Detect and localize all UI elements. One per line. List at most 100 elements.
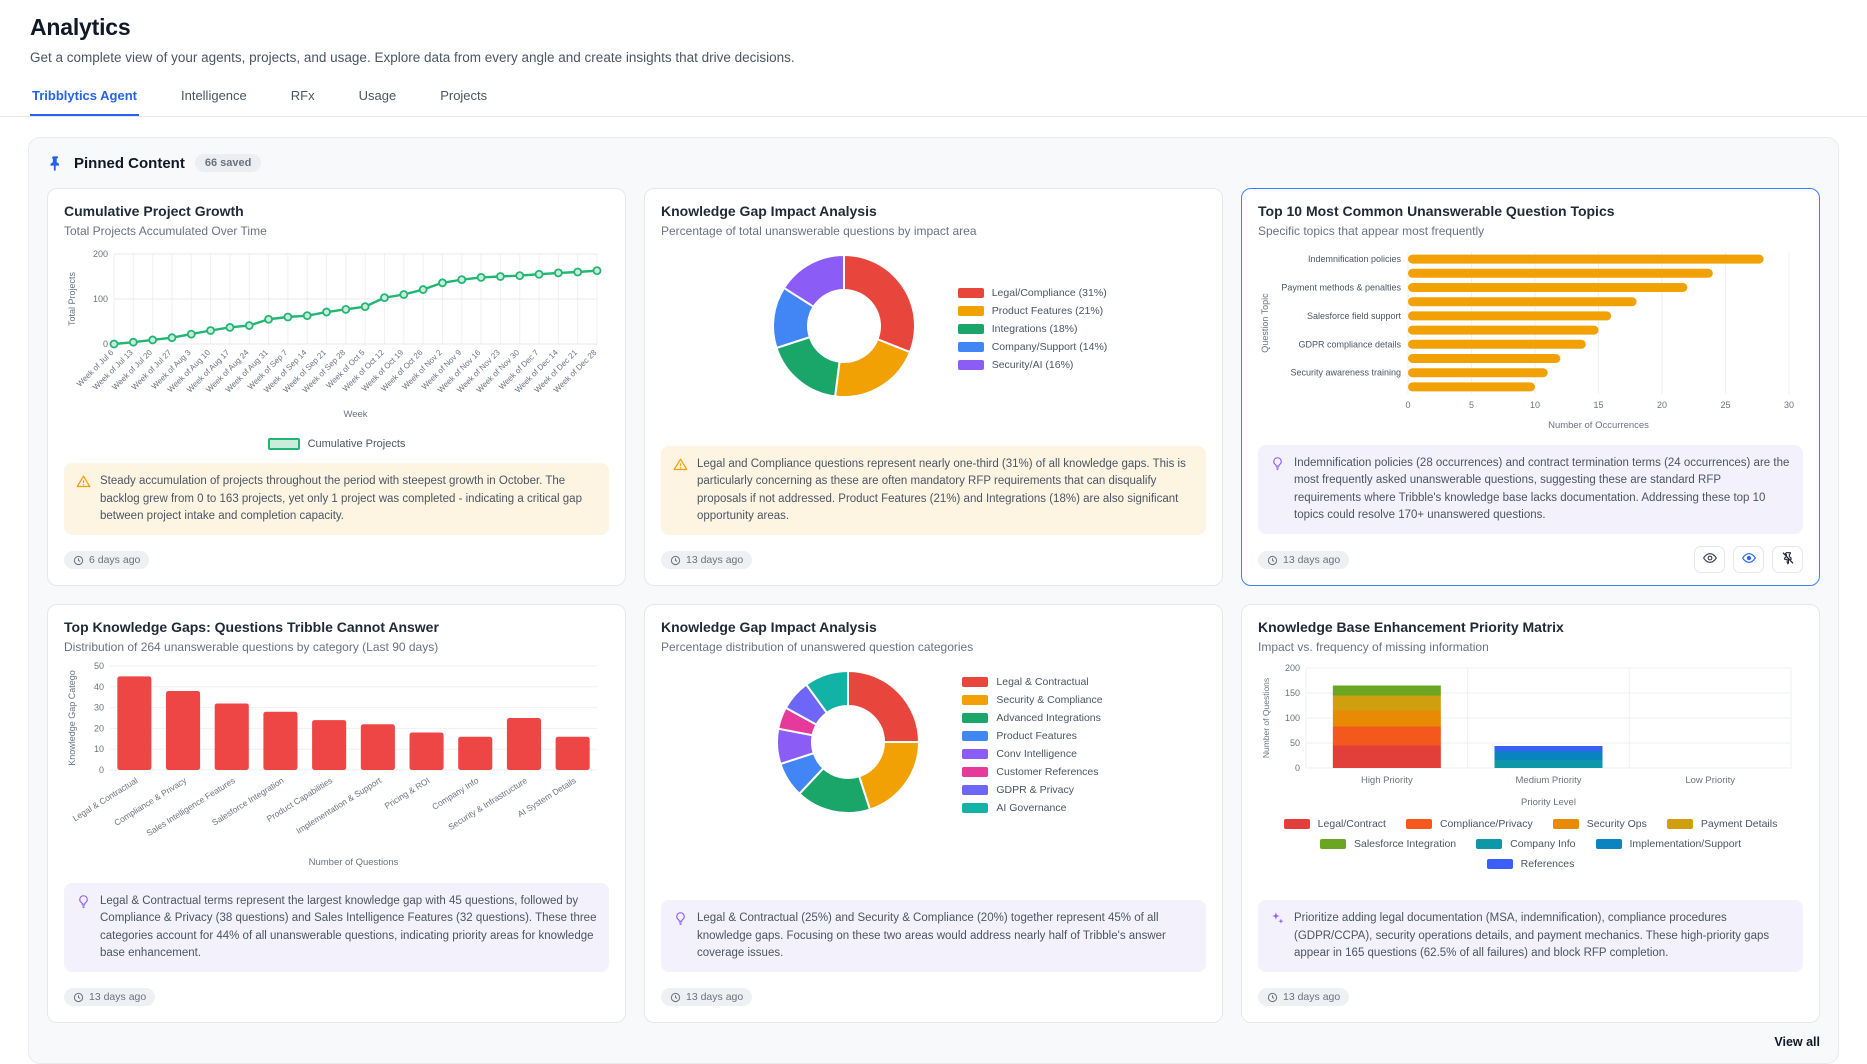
legend-item: Product Features: [962, 730, 1102, 742]
lightbulb-icon: [1270, 456, 1285, 524]
card-subtitle: Percentage distribution of unanswered qu…: [661, 640, 1206, 654]
card-top-knowledge-gaps[interactable]: Top Knowledge Gaps: Questions Tribble Ca…: [47, 604, 626, 1023]
card-subtitle: Percentage of total unanswerable questio…: [661, 224, 1206, 238]
donut-chart: [764, 658, 932, 831]
card-title: Knowledge Gap Impact Analysis: [661, 619, 1206, 635]
insight-text: Legal & Contractual terms represent the …: [100, 893, 597, 962]
insight-box: Legal and Compliance questions represent…: [661, 446, 1206, 535]
chart-legend: Legal & ContractualSecurity & Compliance…: [962, 673, 1102, 817]
clock-icon: [73, 555, 84, 566]
pinned-section: Pinned Content 66 saved Cumulative Proje…: [28, 137, 1839, 1064]
card-knowledge-base-priority-matrix[interactable]: Knowledge Base Enhancement Priority Matr…: [1241, 604, 1820, 1023]
legend-item: Security/AI (16%): [958, 359, 1108, 371]
legend-swatch: [1553, 819, 1579, 829]
card-footer: 6 days ago: [64, 547, 609, 573]
svg-text:0: 0: [1295, 763, 1300, 773]
pinned-header: Pinned Content 66 saved: [47, 154, 1820, 172]
svg-text:40: 40: [94, 682, 104, 692]
legend-item: Company Info: [1476, 838, 1575, 850]
legend-item: References: [1487, 858, 1575, 870]
svg-text:50: 50: [94, 661, 104, 671]
card-footer: 13 days ago: [661, 984, 1206, 1010]
tabs: Tribblytics Agent Intelligence RFx Usage Pro…: [0, 79, 1867, 117]
page-subtitle: Get a complete view of your agents, proj…: [30, 50, 1837, 65]
legend-swatch: [1476, 839, 1502, 849]
card-footer: 13 days ago: [64, 984, 609, 1010]
card-knowledge-gap-impact-analysis[interactable]: Knowledge Gap Impact Analysis Percentage…: [644, 188, 1223, 586]
tab-usage[interactable]: Usage: [357, 79, 399, 116]
legend-swatch: [958, 288, 984, 298]
card-cumulative-project-growth[interactable]: Cumulative Project Growth Total Projects…: [47, 188, 626, 586]
highlight-view-button[interactable]: [1733, 546, 1764, 573]
legend-swatch: [1284, 819, 1310, 829]
svg-text:10: 10: [1530, 400, 1540, 410]
card-knowledge-gap-impact-analysis-2[interactable]: Knowledge Gap Impact Analysis Percentage…: [644, 604, 1223, 1023]
svg-text:200: 200: [93, 249, 108, 259]
insight-text: Prioritize adding legal documentation (M…: [1294, 910, 1791, 962]
card-subtitle: Specific topics that appear most frequen…: [1258, 224, 1803, 238]
svg-text:5: 5: [1469, 400, 1474, 410]
card-title: Cumulative Project Growth: [64, 203, 609, 219]
svg-text:Priority Level: Priority Level: [1521, 797, 1576, 808]
timestamp-badge: 13 days ago: [1258, 551, 1349, 569]
svg-text:Sales Intelligence Features: Sales Intelligence Features: [145, 775, 237, 838]
page-header: Analytics Get a complete view of your ag…: [0, 0, 1867, 65]
bar-chart: 01020304050Legal & ContractualCompliance…: [64, 660, 609, 875]
svg-text:Indemnification policies: Indemnification policies: [1308, 254, 1402, 264]
legend-swatch: [1320, 839, 1346, 849]
tab-rfx[interactable]: RFx: [289, 79, 317, 116]
timestamp-badge: 6 days ago: [64, 551, 149, 569]
svg-text:Payment methods & penalties: Payment methods & penalties: [1281, 283, 1401, 293]
sparkles-icon: [1270, 911, 1285, 962]
legend-item: Implementation/Support: [1596, 838, 1741, 850]
insight-text: Legal and Compliance questions represent…: [697, 456, 1194, 525]
unpin-button[interactable]: [1772, 546, 1803, 573]
legend-item: Conv Intelligence: [962, 748, 1102, 760]
eye-icon: [1702, 550, 1718, 569]
card-title: Knowledge Base Enhancement Priority Matr…: [1258, 619, 1803, 635]
svg-text:Number of Questions: Number of Questions: [309, 857, 399, 868]
donut-chart: [760, 242, 928, 415]
view-all-button[interactable]: View all: [1774, 1035, 1820, 1049]
svg-text:200: 200: [1285, 663, 1300, 673]
tab-tribblytics-agent[interactable]: Tribblytics Agent: [30, 79, 139, 116]
card-title: Top 10 Most Common Unanswerable Question…: [1258, 203, 1803, 219]
insight-box: Legal & Contractual terms represent the …: [64, 883, 609, 972]
tab-intelligence[interactable]: Intelligence: [179, 79, 249, 116]
svg-text:20: 20: [1657, 400, 1667, 410]
legend-item: Customer References: [962, 766, 1102, 778]
svg-text:50: 50: [1290, 738, 1300, 748]
legend-item: Cumulative Projects: [268, 438, 406, 450]
svg-text:100: 100: [1285, 713, 1300, 723]
svg-text:Pricing & ROI: Pricing & ROI: [383, 775, 432, 811]
legend-swatch: [958, 324, 984, 334]
insight-box: Steady accumulation of projects througho…: [64, 463, 609, 535]
legend-item: Product Features (21%): [958, 305, 1108, 317]
line-chart: 0100200Week of Jul 6Week of Jul 13Week o…: [64, 244, 609, 427]
legend-swatch: [1487, 859, 1513, 869]
svg-text:Security & Infrastructure: Security & Infrastructure: [446, 775, 529, 832]
svg-text:Week: Week: [343, 409, 367, 420]
card-title: Knowledge Gap Impact Analysis: [661, 203, 1206, 219]
donut-chart-area: Legal & ContractualSecurity & Compliance…: [661, 658, 1206, 831]
horizontal-bar-chart: 051015202530Indemnification policiesPaym…: [1258, 244, 1803, 437]
timestamp-badge: 13 days ago: [1258, 988, 1349, 1006]
card-top-10-unanswerable-topics[interactable]: Top 10 Most Common Unanswerable Question…: [1241, 188, 1820, 586]
card-footer: 13 days ago: [661, 547, 1206, 573]
card-actions: [1694, 546, 1803, 573]
legend-item: AI Governance: [962, 802, 1102, 814]
svg-text:GDPR compliance details: GDPR compliance details: [1298, 339, 1401, 349]
svg-text:Medium Priority: Medium Priority: [1516, 775, 1582, 786]
legend-item: Salesforce Integration: [1320, 838, 1456, 850]
legend-swatch: [962, 731, 988, 741]
pin-off-icon: [1780, 550, 1796, 569]
view-button[interactable]: [1694, 546, 1725, 573]
legend-item: Security & Compliance: [962, 694, 1102, 706]
svg-text:150: 150: [1285, 688, 1300, 698]
card-footer: 13 days ago: [1258, 546, 1803, 573]
svg-text:Number of Occurrences: Number of Occurrences: [1548, 420, 1649, 431]
legend-swatch: [958, 342, 984, 352]
card-subtitle: Total Projects Accumulated Over Time: [64, 224, 609, 238]
tab-projects[interactable]: Projects: [438, 79, 489, 116]
legend-item: Payment Details: [1667, 818, 1777, 830]
